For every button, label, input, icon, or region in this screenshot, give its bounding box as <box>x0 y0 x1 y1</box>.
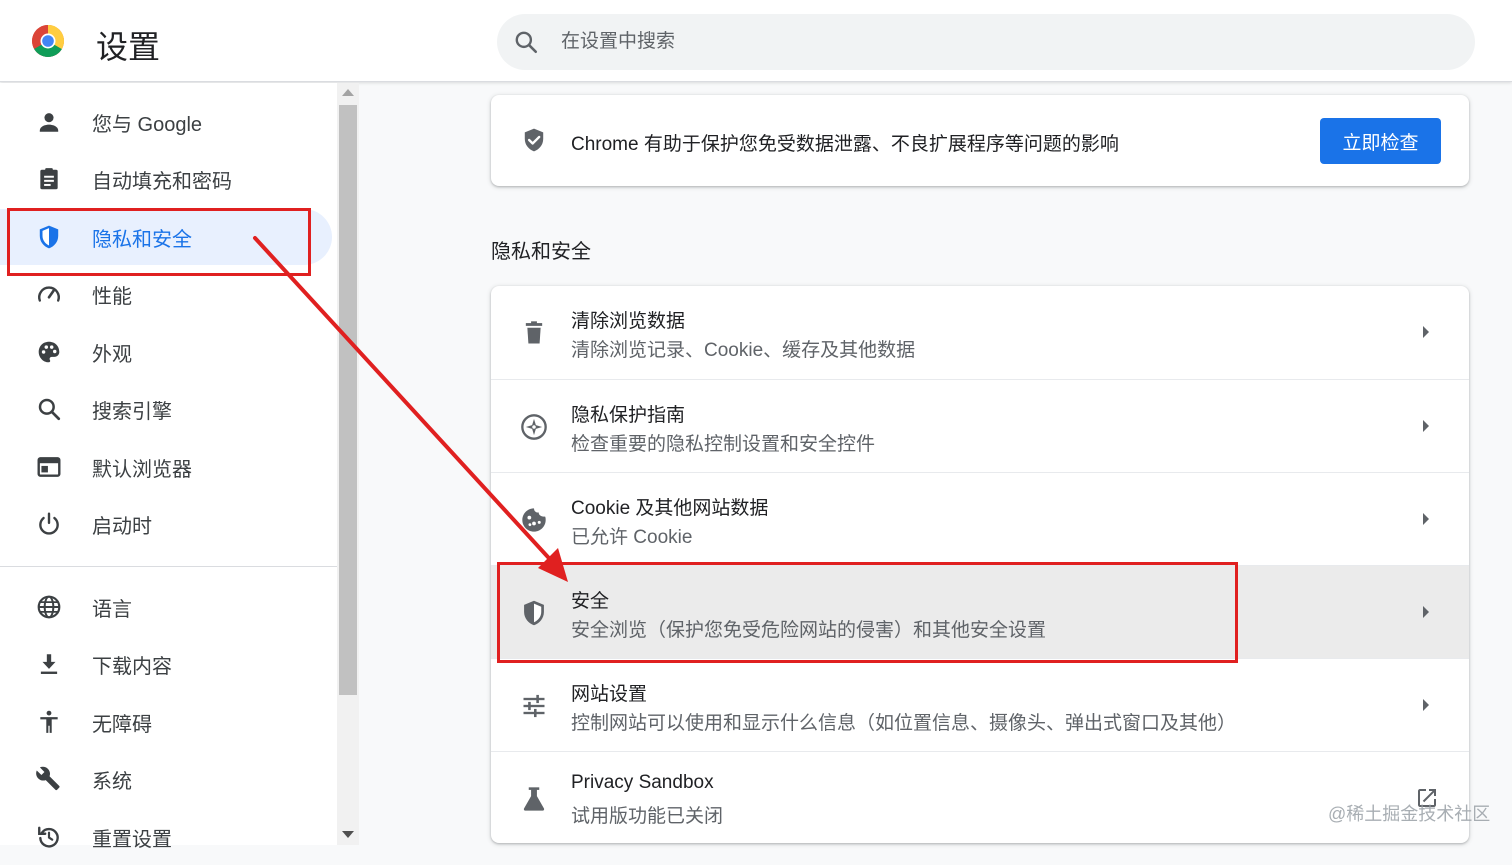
sidebar-item-accessibility[interactable]: 无障碍 <box>0 694 332 750</box>
sidebar-item-languages[interactable]: 语言 <box>0 579 332 635</box>
browser-icon <box>37 457 61 477</box>
download-icon <box>40 654 58 674</box>
annotation-highlight-sidebar <box>7 208 311 276</box>
sidebar-item-label: 系统 <box>92 770 132 793</box>
sidebar-item-label: 启动时 <box>92 515 152 538</box>
reset-icon <box>38 826 59 848</box>
tune-icon <box>523 694 545 718</box>
page-title: 设置 <box>96 29 161 65</box>
row-title: 清除浏览数据 <box>571 311 686 332</box>
sidebar-item-label: 性能 <box>92 285 132 308</box>
row-subtitle: 已允许 Cookie <box>571 527 693 548</box>
safety-check-text: Chrome 有助于保护您免受数据泄露、不良扩展程序等问题的影响 <box>571 134 1119 155</box>
annotation-highlight-security <box>497 562 1238 663</box>
scroll-up-arrow-icon[interactable] <box>342 89 354 96</box>
row-subtitle: 控制网站可以使用和显示什么信息（如位置信息、摄像头、弹出式窗口及其他） <box>571 713 1237 734</box>
row-title: 隐私保护指南 <box>571 405 686 426</box>
compass-icon <box>521 414 547 440</box>
sidebar-item-on-startup[interactable]: 启动时 <box>0 496 332 552</box>
scroll-thumb[interactable] <box>339 105 357 695</box>
row-site-settings[interactable]: 网站设置 控制网站可以使用和显示什么信息（如位置信息、摄像头、弹出式窗口及其他） <box>491 658 1469 751</box>
row-privacy-sandbox[interactable]: Privacy Sandbox 试用版功能已关闭 <box>491 751 1469 843</box>
sidebar-item-appearance[interactable]: 外观 <box>0 324 332 380</box>
globe-icon <box>37 595 61 619</box>
sidebar-item-downloads[interactable]: 下载内容 <box>0 636 332 692</box>
sidebar-item-label: 默认浏览器 <box>92 458 192 481</box>
search-bar[interactable] <box>497 14 1475 70</box>
search-icon <box>515 31 538 54</box>
sidebar-item-label: 外观 <box>92 343 132 366</box>
check-now-button[interactable]: 立即检查 <box>1320 118 1441 164</box>
shield-check-icon <box>524 128 544 152</box>
row-title: Cookie 及其他网站数据 <box>571 498 769 519</box>
flask-icon <box>523 787 545 811</box>
chevron-right-icon <box>1423 420 1429 432</box>
power-icon <box>39 512 59 535</box>
row-title: Privacy Sandbox <box>571 772 714 793</box>
row-privacy-guide[interactable]: 隐私保护指南 检查重要的隐私控制设置和安全控件 <box>491 379 1469 472</box>
sidebar-item-default-browser[interactable]: 默认浏览器 <box>0 439 332 495</box>
row-title: 网站设置 <box>571 684 648 705</box>
sidebar-item-label: 重置设置 <box>92 828 172 851</box>
chevron-right-icon <box>1423 606 1429 618</box>
chevron-right-icon <box>1423 699 1429 711</box>
speedometer-icon <box>38 286 60 302</box>
sidebar-scrollbar[interactable] <box>337 83 359 845</box>
safety-check-card: Chrome 有助于保护您免受数据泄露、不良扩展程序等问题的影响 立即检查 <box>491 95 1469 186</box>
sidebar-item-label: 自动填充和密码 <box>92 170 232 193</box>
sidebar-item-system[interactable]: 系统 <box>0 751 332 807</box>
sidebar: 您与 Google 自动填充和密码 隐私和安全 性能 外观 搜索引擎 默认浏览器… <box>0 83 337 851</box>
search-input[interactable] <box>561 14 1441 70</box>
palette-icon <box>38 341 60 363</box>
sidebar-item-autofill[interactable]: 自动填充和密码 <box>0 151 332 207</box>
wrench-icon <box>36 766 60 791</box>
row-clear-browsing-data[interactable]: 清除浏览数据 清除浏览记录、Cookie、缓存及其他数据 <box>491 286 1469 379</box>
chevron-right-icon <box>1423 513 1429 525</box>
sidebar-item-search-engine[interactable]: 搜索引擎 <box>0 381 332 437</box>
sidebar-item-label: 搜索引擎 <box>92 400 172 423</box>
sidebar-item-label: 下载内容 <box>92 655 172 678</box>
sidebar-item-reset[interactable]: 重置设置 <box>0 809 332 865</box>
sidebar-item-label: 语言 <box>92 598 132 621</box>
sidebar-item-label: 无障碍 <box>92 713 152 736</box>
cookie-icon <box>522 508 546 532</box>
clipboard-icon <box>40 168 58 190</box>
chevron-right-icon <box>1423 326 1429 338</box>
scroll-down-arrow-icon[interactable] <box>342 831 354 838</box>
watermark: @稀土掘金技术社区 <box>1328 804 1491 824</box>
row-cookies[interactable]: Cookie 及其他网站数据 已允许 Cookie <box>491 472 1469 565</box>
chrome-logo-icon <box>32 25 64 57</box>
row-subtitle: 试用版功能已关闭 <box>571 806 724 827</box>
sidebar-divider <box>0 566 337 567</box>
section-title: 隐私和安全 <box>491 241 591 263</box>
search-icon <box>38 398 61 421</box>
sidebar-item-you-and-google[interactable]: 您与 Google <box>0 94 332 150</box>
trash-icon <box>525 321 543 344</box>
accessibility-icon <box>40 710 58 733</box>
row-subtitle: 清除浏览记录、Cookie、缓存及其他数据 <box>571 340 916 361</box>
person-icon <box>39 113 59 132</box>
header: 设置 <box>0 0 1512 82</box>
sidebar-item-label: 您与 Google <box>92 113 203 136</box>
row-subtitle: 检查重要的隐私控制设置和安全控件 <box>571 434 876 455</box>
